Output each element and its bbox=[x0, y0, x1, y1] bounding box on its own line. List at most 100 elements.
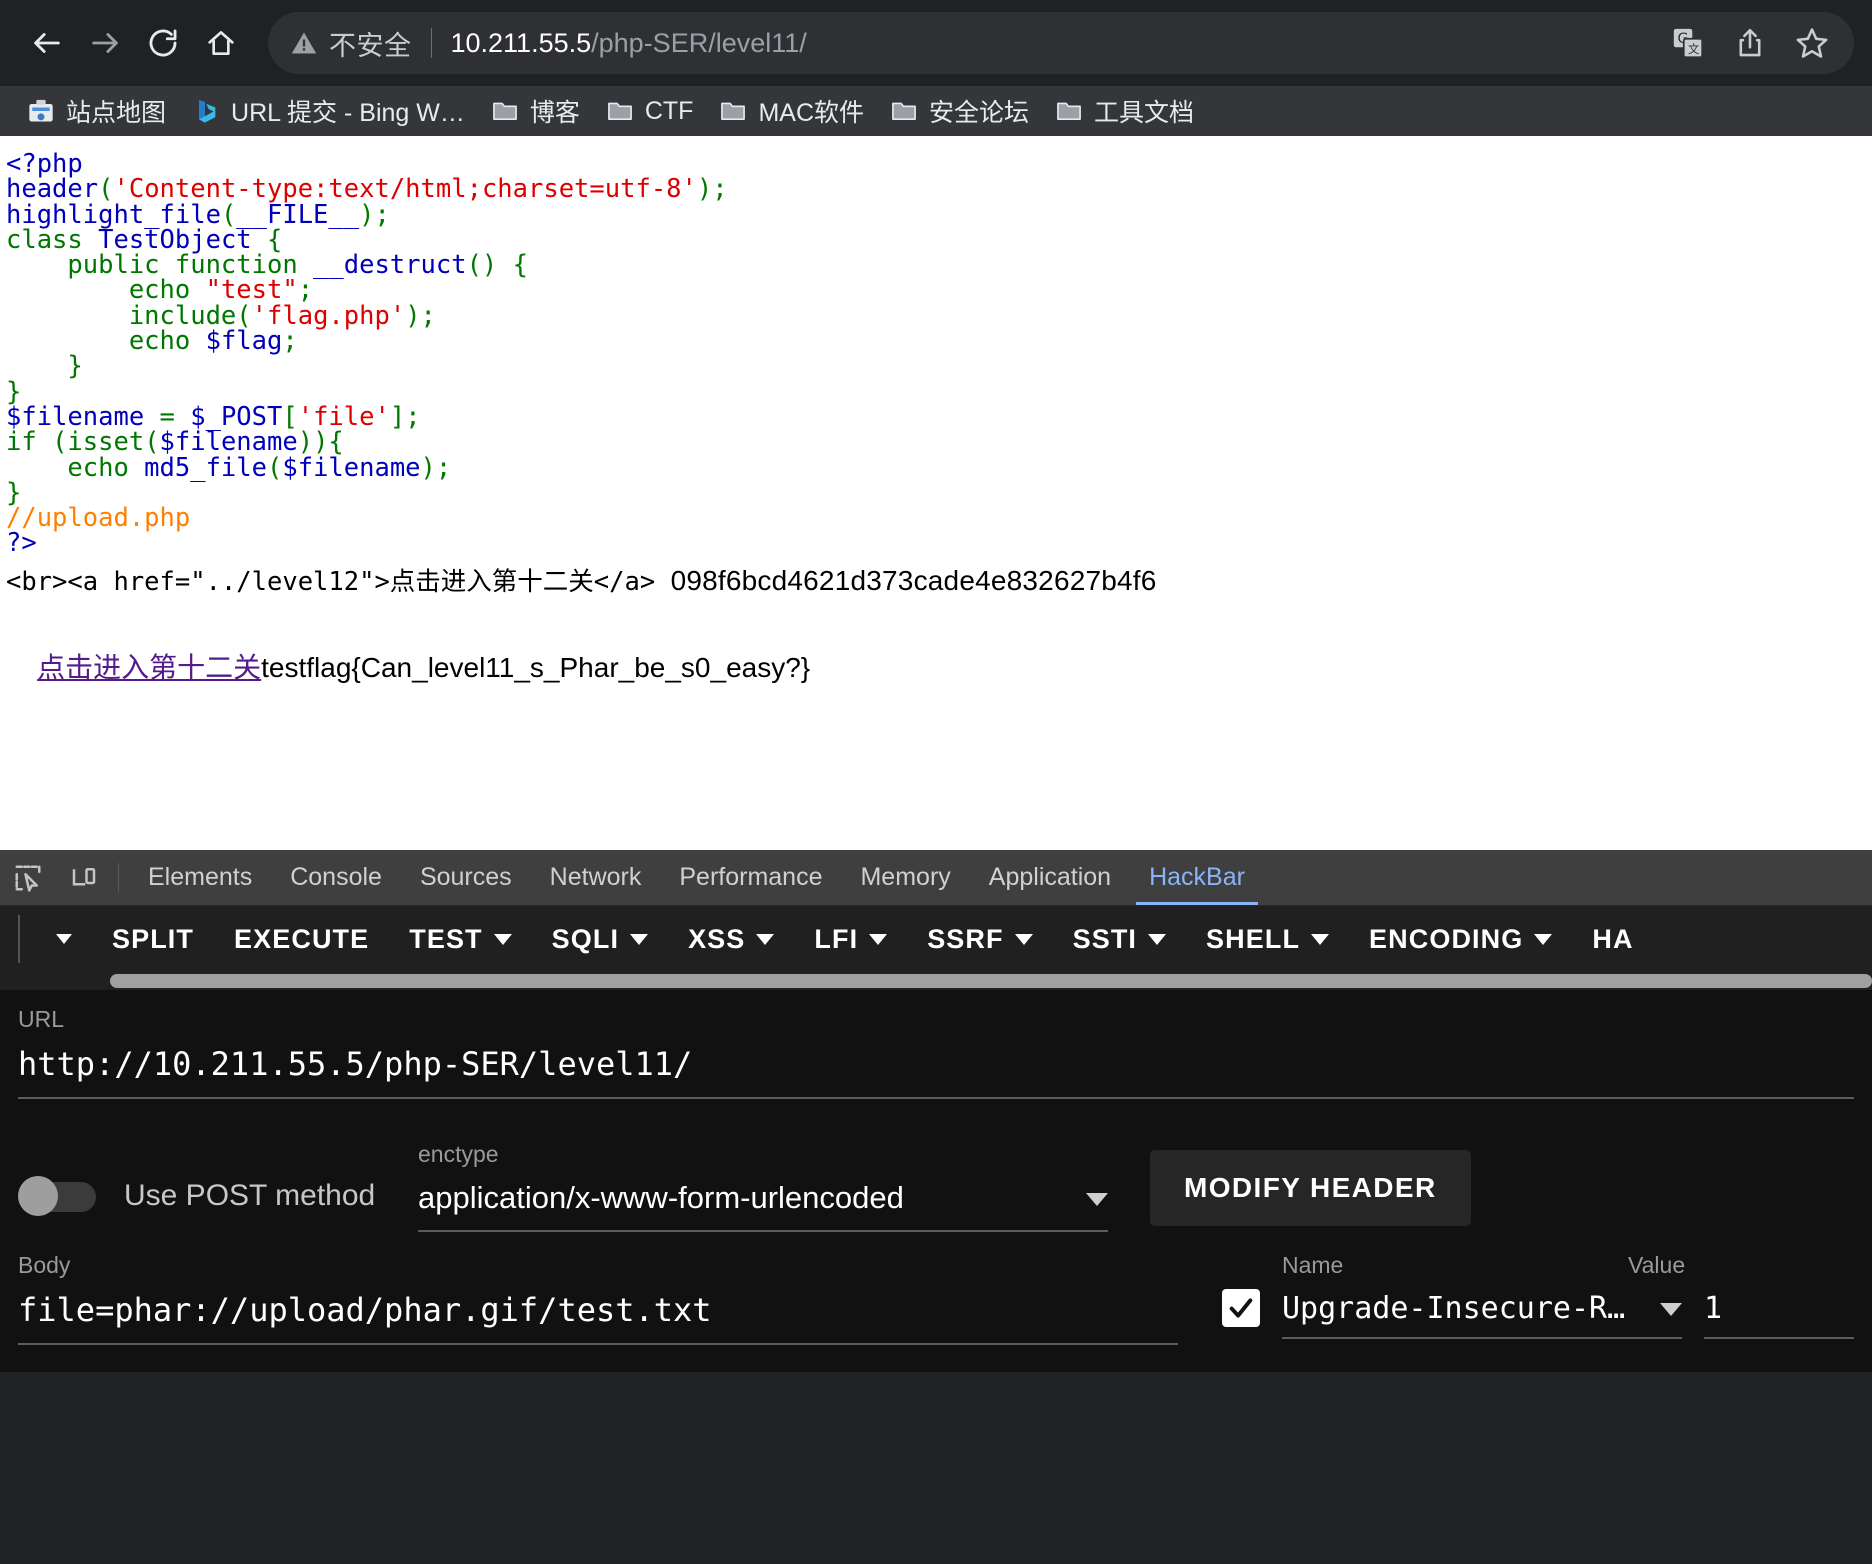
header-enabled-checkbox[interactable] bbox=[1222, 1289, 1260, 1327]
header-value-field[interactable]: 1 bbox=[1682, 1291, 1854, 1326]
body-input[interactable]: file=phar://upload/phar.gif/test.txt bbox=[18, 1279, 1178, 1343]
tab-performance[interactable]: Performance bbox=[660, 850, 841, 905]
warning-triangle-icon bbox=[291, 32, 317, 54]
folder-icon bbox=[892, 102, 916, 120]
url-text[interactable]: 10.211.55.5/php-SER/level11/ bbox=[451, 28, 1665, 59]
address-bar[interactable]: 不安全 10.211.55.5/php-SER/level11/ G 文 bbox=[268, 12, 1854, 74]
tab-label: Sources bbox=[419, 863, 512, 891]
hackbar-hashing-menu[interactable]: HA bbox=[1572, 924, 1653, 955]
tab-sources[interactable]: Sources bbox=[401, 850, 531, 905]
code-token: ]; bbox=[389, 401, 421, 432]
hackbar-xss-menu[interactable]: XSS bbox=[668, 924, 794, 955]
tab-label: Network bbox=[549, 863, 642, 891]
sitemap-favicon-icon bbox=[29, 99, 53, 122]
tab-application[interactable]: Application bbox=[970, 850, 1130, 905]
body-and-headers-row: Body file=phar://upload/phar.gif/test.tx… bbox=[18, 1232, 1854, 1345]
code-token: () { bbox=[466, 250, 528, 281]
tab-memory[interactable]: Memory bbox=[841, 850, 969, 905]
back-button[interactable] bbox=[18, 14, 76, 72]
enctype-select[interactable]: application/x-www-form-urlencoded bbox=[418, 1168, 1108, 1230]
star-icon bbox=[1796, 28, 1828, 58]
hackbar-execute-button[interactable]: EXECUTE bbox=[214, 924, 389, 955]
bookmark-folder-blog[interactable]: 博客 bbox=[478, 91, 593, 131]
toggle-knob[interactable] bbox=[18, 1176, 58, 1216]
modify-header-button[interactable]: MODIFY HEADER bbox=[1150, 1150, 1471, 1226]
button-label: SPLIT bbox=[112, 923, 195, 954]
code-token: $filename bbox=[282, 452, 421, 483]
tab-network[interactable]: Network bbox=[531, 850, 661, 905]
bookmark-folder-security-forum[interactable]: 安全论坛 bbox=[877, 91, 1042, 131]
hackbar-ssrf-menu[interactable]: SSRF bbox=[907, 924, 1052, 955]
code-token: ); bbox=[359, 199, 390, 230]
bookmark-folder-tool-docs[interactable]: 工具文档 bbox=[1042, 91, 1207, 131]
chevron-down-icon bbox=[756, 933, 775, 945]
chevron-down-icon bbox=[493, 933, 512, 945]
tab-label: Application bbox=[988, 863, 1112, 891]
home-button[interactable] bbox=[192, 14, 250, 72]
folder-icon bbox=[607, 102, 632, 120]
hackbar-encoding-menu[interactable]: ENCODING bbox=[1349, 924, 1572, 955]
chevron-down-icon bbox=[1014, 933, 1033, 945]
reload-button[interactable] bbox=[134, 14, 192, 72]
chevron-down-icon bbox=[1534, 933, 1553, 945]
bookmark-label: 博客 bbox=[529, 99, 580, 127]
enctype-control: enctype application/x-www-form-urlencode… bbox=[418, 1125, 1108, 1232]
hackbar-overflow-menu[interactable] bbox=[36, 934, 92, 944]
folder-icon bbox=[1057, 102, 1081, 120]
bookmark-label: URL 提交 - Bing W… bbox=[231, 99, 465, 127]
hackbar-ssti-menu[interactable]: SSTI bbox=[1053, 924, 1186, 955]
svg-text:文: 文 bbox=[1688, 42, 1699, 56]
device-toolbar-button[interactable] bbox=[56, 850, 112, 905]
chevron-down-icon bbox=[1148, 933, 1167, 945]
translate-button[interactable]: G 文 bbox=[1664, 19, 1712, 67]
button-label: SSRF bbox=[927, 923, 1004, 954]
tab-hackbar[interactable]: HackBar bbox=[1130, 850, 1264, 905]
hackbar-toolbar: SPLIT EXECUTE TEST SQLI XSS LFI SSRF SST… bbox=[0, 906, 1872, 972]
headers-table: Name Value Upgrade-Insecure-R… 1 bbox=[1178, 1236, 1854, 1339]
inspect-element-button[interactable] bbox=[0, 850, 56, 905]
post-method-label: Use POST method bbox=[124, 1179, 376, 1212]
bookmark-label: 安全论坛 bbox=[929, 99, 1030, 127]
enctype-label: enctype bbox=[418, 1141, 499, 1167]
url-field-label: URL bbox=[18, 1006, 65, 1032]
bookmark-button[interactable] bbox=[1788, 19, 1836, 67]
omnibox-actions: G 文 bbox=[1664, 19, 1840, 67]
url-path: /php-SER/level11/ bbox=[591, 27, 807, 58]
scrollbar-thumb[interactable] bbox=[110, 974, 1872, 988]
url-input[interactable]: http://10.211.55.5/php-SER/level11/ bbox=[18, 1033, 1854, 1097]
hackbar-form: URL http://10.211.55.5/php-SER/level11/ … bbox=[0, 990, 1872, 1372]
hackbar-test-menu[interactable]: TEST bbox=[389, 924, 531, 955]
bookmark-sitemap[interactable]: 站点地图 bbox=[14, 91, 179, 131]
field-underline bbox=[18, 1343, 1178, 1345]
forward-button[interactable] bbox=[76, 14, 134, 72]
hackbar-split-button[interactable]: SPLIT bbox=[92, 924, 214, 955]
tab-console[interactable]: Console bbox=[271, 850, 401, 905]
enctype-value: application/x-www-form-urlencoded bbox=[418, 1180, 904, 1215]
bookmark-folder-mac-software[interactable]: MAC软件 bbox=[706, 91, 877, 131]
bookmark-folder-ctf[interactable]: CTF bbox=[593, 91, 707, 131]
header-name-field[interactable]: Upgrade-Insecure-R… bbox=[1282, 1291, 1682, 1326]
tab-label: HackBar bbox=[1149, 863, 1245, 891]
next-level-link[interactable]: 点击进入第十二关 bbox=[37, 652, 261, 683]
md5-hash-text: 098f6bcd4621d373cade4e832627b4f6 bbox=[670, 564, 1157, 596]
share-button[interactable] bbox=[1726, 19, 1774, 67]
chevron-down-icon[interactable] bbox=[1660, 1302, 1682, 1316]
header-value-value: 1 bbox=[1704, 1290, 1723, 1326]
hackbar-lfi-menu[interactable]: LFI bbox=[794, 924, 907, 955]
use-post-method-control[interactable]: Use POST method bbox=[18, 1174, 418, 1232]
flag-text: testflag{Can_level11_s_Phar_be_s0_easy?} bbox=[261, 651, 811, 683]
headers-table-header: Name Value bbox=[1206, 1236, 1854, 1279]
chevron-down-icon bbox=[56, 934, 72, 944]
security-chip[interactable]: 不安全 bbox=[290, 24, 412, 63]
code-token: ?> bbox=[6, 528, 37, 559]
post-method-toggle[interactable] bbox=[18, 1174, 100, 1218]
hackbar-toolbar-scrollbar[interactable] bbox=[0, 972, 1872, 990]
toolbar-divider bbox=[118, 863, 119, 892]
php-source-code: <?php header('Content-type:text/html;cha… bbox=[6, 151, 1872, 559]
security-label: 不安全 bbox=[329, 30, 412, 61]
tab-elements[interactable]: Elements bbox=[129, 850, 271, 905]
hackbar-shell-menu[interactable]: SHELL bbox=[1186, 924, 1349, 955]
translate-icon: G 文 bbox=[1673, 28, 1704, 59]
bookmark-bing-url-submit[interactable]: URL 提交 - Bing W… bbox=[179, 91, 478, 131]
hackbar-sqli-menu[interactable]: SQLI bbox=[532, 924, 668, 955]
